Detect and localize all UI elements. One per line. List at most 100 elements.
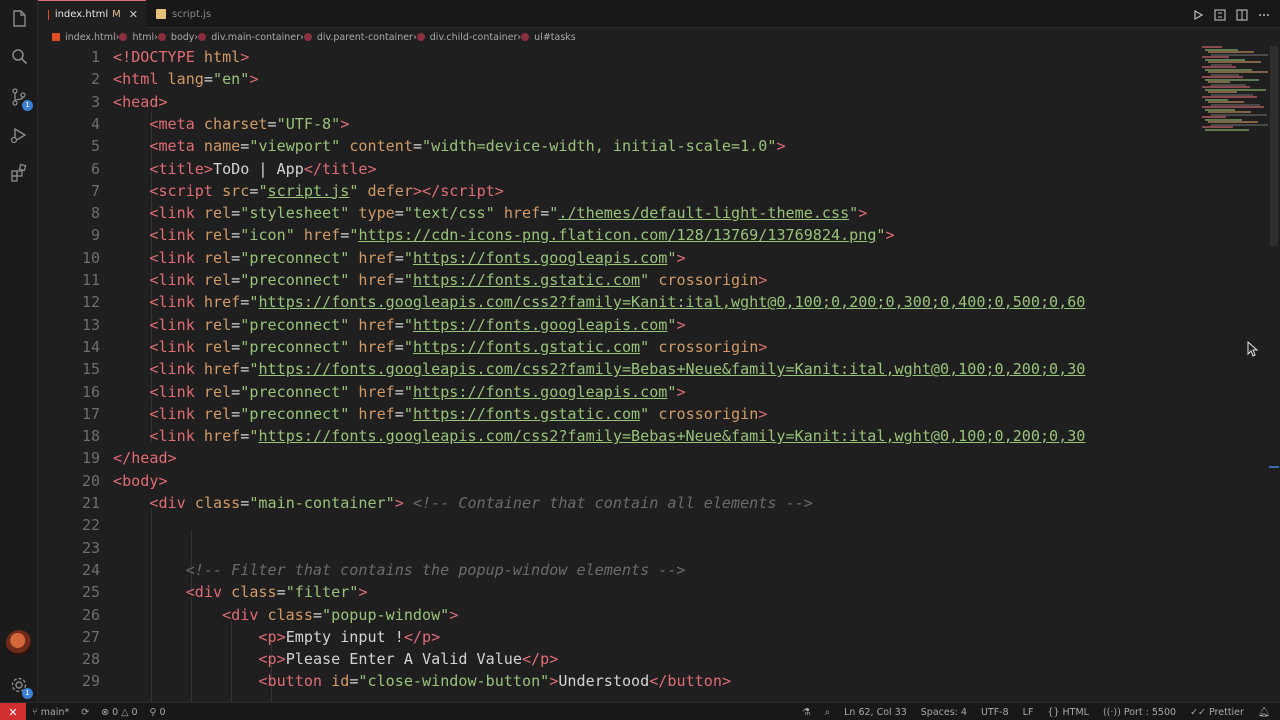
code-token: " xyxy=(403,382,413,401)
indentation[interactable]: Spaces: 4 xyxy=(921,707,967,718)
code-area[interactable]: <!DOCTYPE html> <html lang="en"> <head> <m… xyxy=(113,46,1218,702)
code-line[interactable]: <div class="filter"> xyxy=(113,581,368,603)
code-line[interactable]: <div class="main-container"> <!-- Contai… xyxy=(113,492,812,514)
code-token: meta xyxy=(158,137,195,156)
code-line[interactable]: <p>Empty input !</p> xyxy=(113,626,440,648)
html-file-icon xyxy=(48,9,49,20)
code-token: "preconnect" xyxy=(240,404,350,423)
code-token: " xyxy=(403,315,413,334)
minimap[interactable] xyxy=(1192,46,1274,136)
breadcrumb-item[interactable]: index.html xyxy=(52,32,116,43)
encoding[interactable]: UTF-8 xyxy=(981,707,1009,718)
minimap-line xyxy=(1205,128,1249,131)
code-token: html xyxy=(122,70,159,89)
code-line[interactable]: <link rel="stylesheet" type="text/css" h… xyxy=(113,202,867,224)
source-control-icon[interactable]: 1 xyxy=(8,86,33,111)
ports-indicator[interactable]: ⚲ 0 xyxy=(150,707,166,718)
code-line[interactable]: <button id="close-window-button">Underst… xyxy=(113,670,731,692)
code-token: src xyxy=(222,181,250,200)
breadcrumb-item[interactable]: div.main-container xyxy=(198,32,300,43)
line-number: 2 xyxy=(90,70,100,89)
language-mode[interactable]: {} HTML xyxy=(1047,707,1089,718)
tab-label: script.js xyxy=(172,8,212,20)
code-token: = xyxy=(340,226,350,245)
search-icon[interactable] xyxy=(8,46,30,68)
code-line[interactable]: <head> xyxy=(113,91,168,113)
code-line[interactable]: <meta name="viewport" content="width=dev… xyxy=(113,135,785,157)
branch-indicator[interactable]: ⑂ main* xyxy=(32,707,69,718)
code-token: href xyxy=(358,382,395,401)
code-line[interactable]: <link rel="preconnect" href="https://fon… xyxy=(113,269,767,291)
code-token: " xyxy=(403,271,413,289)
code-line[interactable]: <title>ToDo | App</title> xyxy=(113,158,376,180)
code-token: " xyxy=(640,271,650,289)
code-editor[interactable]: 1 2 3 4 5 6 7 8 9 10 11 12 13 14 15 16 17 18 19 20 21 22 23 24 2… xyxy=(38,46,1268,702)
code-line[interactable]: <link rel="preconnect" href="https://fon… xyxy=(113,247,686,269)
scroll-thumb[interactable] xyxy=(1270,46,1278,246)
prettier-status[interactable]: ✓✓ Prettier xyxy=(1190,707,1244,718)
code-token: link xyxy=(158,204,195,223)
close-icon[interactable]: ✕ xyxy=(129,8,138,21)
code-line[interactable]: <!DOCTYPE html> xyxy=(113,46,249,68)
cursor-position[interactable]: Ln 62, Col 33 xyxy=(844,707,907,718)
code-line[interactable]: <link href="https://fonts.googleapis.com… xyxy=(113,358,1085,380)
code-token: rel xyxy=(203,382,232,401)
vertical-scrollbar[interactable] xyxy=(1268,46,1280,702)
line-number: 22 xyxy=(81,516,100,535)
tab-index-html[interactable]: index.html M ✕ xyxy=(38,0,146,28)
code-line[interactable]: <link rel="icon" href="https://cdn-icons… xyxy=(113,224,894,246)
code-token: = xyxy=(240,137,250,156)
code-token: > xyxy=(676,248,686,267)
code-line[interactable]: <link href="https://fonts.googleapis.com… xyxy=(113,291,1085,313)
notifications-bell-icon[interactable]: 🔔︎ xyxy=(1258,707,1270,718)
code-line[interactable]: <link rel="preconnect" href="https://fon… xyxy=(113,336,767,358)
code-line[interactable]: <script src="script.js" defer></script> xyxy=(113,180,503,202)
code-line[interactable]: <!-- Filter that contains the popup-wind… xyxy=(113,559,686,581)
problems-indicator[interactable]: ⊗ 0 △ 0 xyxy=(101,707,137,718)
radio-tower-icon: ((·)) xyxy=(1102,706,1121,718)
code-line[interactable]: <p>Please Enter A Valid Value</p> xyxy=(113,648,558,670)
code-line[interactable]: <meta charset="UTF-8"> xyxy=(113,113,349,135)
explorer-icon[interactable] xyxy=(8,8,30,30)
code-token: "main-container" xyxy=(249,494,395,512)
remote-indicator-icon[interactable]: ✕ xyxy=(0,703,26,720)
zoom-icon[interactable]: ⌕ xyxy=(825,707,830,718)
extensions-icon[interactable] xyxy=(8,162,30,184)
sync-icon[interactable]: ⟳ xyxy=(81,707,89,718)
warning-icon: △ xyxy=(121,706,129,718)
breadcrumb-item[interactable]: body xyxy=(157,32,194,43)
code-line[interactable]: <link href="https://fonts.googleapis.com… xyxy=(113,425,1085,447)
code-line[interactable]: <html lang="en"> xyxy=(113,68,258,90)
breadcrumb-item[interactable]: html xyxy=(119,32,154,43)
js-file-icon xyxy=(156,9,166,19)
broadcast-icon[interactable]: ⚗ xyxy=(802,707,811,718)
account-avatar[interactable] xyxy=(6,630,32,656)
code-line[interactable]: <div class="popup-window"> xyxy=(113,604,458,626)
compare-icon[interactable] xyxy=(1214,6,1226,21)
code-line[interactable]: <body> xyxy=(113,470,168,492)
run-icon[interactable] xyxy=(1192,6,1204,21)
line-number: 28 xyxy=(81,650,100,669)
code-line[interactable]: <link rel="preconnect" href="https://fon… xyxy=(113,403,767,425)
tab-script-js[interactable]: script.js xyxy=(146,0,226,28)
code-line[interactable]: <link rel="preconnect" href="https://fon… xyxy=(113,381,685,403)
breadcrumb-item[interactable]: div.parent-container xyxy=(303,32,413,43)
breadcrumb-item[interactable]: div.child-container xyxy=(416,32,517,43)
more-actions-icon[interactable] xyxy=(1258,6,1270,18)
live-server-port[interactable]: ((·)) Port : 5500 xyxy=(1103,707,1176,718)
settings-gear-icon[interactable]: 1 xyxy=(8,674,33,699)
code-token: body xyxy=(122,471,159,490)
split-editor-icon[interactable] xyxy=(1236,6,1248,21)
end-of-line[interactable]: LF xyxy=(1023,707,1034,718)
run-debug-icon[interactable] xyxy=(8,124,30,146)
code-token: > xyxy=(167,449,177,468)
code-line[interactable]: <link rel="preconnect" href="https://fon… xyxy=(113,314,685,336)
code-token: = xyxy=(276,583,286,602)
code-line[interactable]: </head> xyxy=(113,447,177,469)
breadcrumb-item[interactable]: ul#tasks xyxy=(521,32,576,43)
